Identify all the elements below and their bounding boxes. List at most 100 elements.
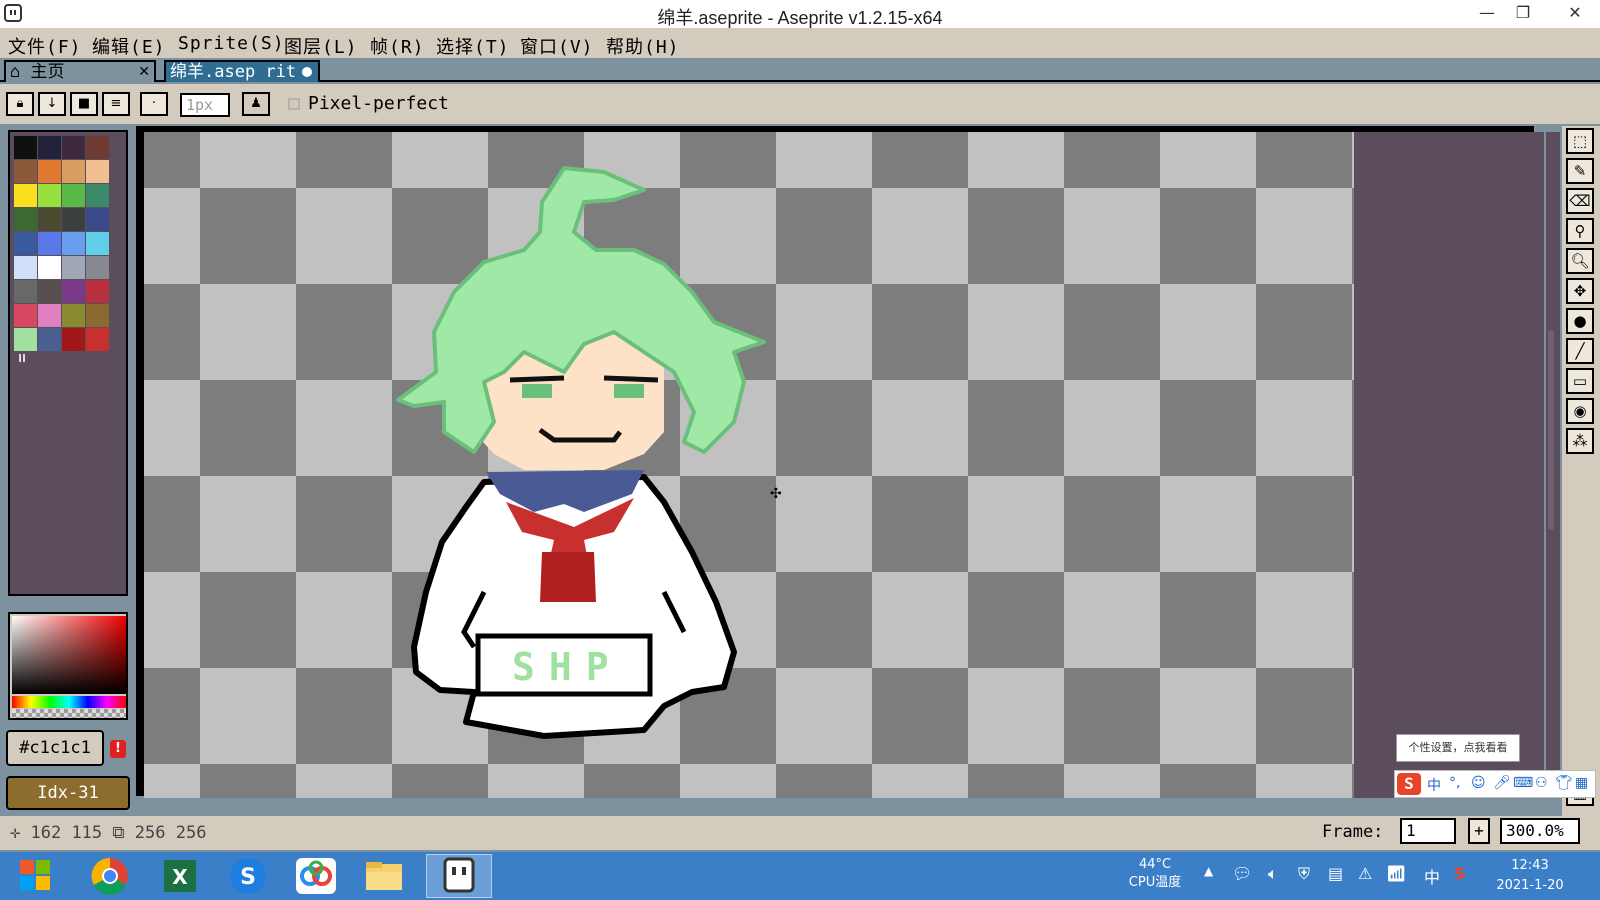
excel-icon[interactable]: X — [150, 854, 210, 898]
palette-swatch[interactable] — [62, 256, 85, 279]
brush-size-input[interactable]: 1px — [180, 93, 230, 117]
palette-swatch[interactable] — [38, 184, 61, 207]
file-explorer-icon[interactable] — [354, 854, 414, 898]
palette-swatch[interactable] — [38, 136, 61, 159]
palette-swatch[interactable] — [62, 184, 85, 207]
sogou-logo-icon[interactable]: S — [1397, 773, 1421, 795]
alpha-slider[interactable] — [12, 709, 126, 718]
palette-swatch[interactable] — [38, 304, 61, 327]
tab-file[interactable]: 绵羊.asep rit — [164, 60, 320, 82]
palette-swatch[interactable] — [62, 304, 85, 327]
palette-resize-handle[interactable] — [19, 354, 21, 362]
ime-mode[interactable]: 中 — [1427, 775, 1441, 795]
palette-swatch[interactable] — [86, 184, 109, 207]
palette-swatch[interactable] — [38, 160, 61, 183]
user-icon[interactable]: ⚇ — [1535, 775, 1548, 791]
grid-icon[interactable]: ▦ — [1575, 775, 1588, 791]
palette-swatch[interactable] — [86, 280, 109, 303]
palette-swatch[interactable] — [86, 304, 109, 327]
baidu-netdisk-icon[interactable] — [286, 854, 346, 898]
aseprite-taskbar-button[interactable] — [426, 854, 492, 898]
volume-icon[interactable]: 🔈︎ — [1268, 864, 1278, 884]
sprite-canvas[interactable]: SHP ✣ — [144, 132, 1354, 798]
emoji-icon[interactable]: ☺ — [1471, 775, 1486, 791]
close-tab-icon[interactable]: ✕ — [138, 62, 150, 82]
rectangle-icon[interactable]: ▭ — [1566, 368, 1594, 394]
palette-swatch[interactable] — [38, 280, 61, 303]
tab-home[interactable]: ⌂ 主页 ✕ — [4, 60, 156, 82]
background-color-button[interactable]: Idx-31 — [6, 776, 130, 810]
palette-swatch[interactable] — [62, 136, 85, 159]
close-icon[interactable]: ✕ — [1550, 0, 1600, 26]
palette-swatch[interactable] — [14, 256, 37, 279]
contour-icon[interactable]: ◉ — [1566, 398, 1594, 424]
saturation-value-box[interactable] — [12, 616, 126, 694]
menu-sprite[interactable]: Sprite(S) — [178, 33, 285, 54]
arrow-down-icon[interactable]: ↓ — [38, 92, 66, 116]
list-icon[interactable]: ≡ — [102, 92, 130, 116]
menu-layer[interactable]: 图层(L) — [284, 33, 358, 59]
signal-icon[interactable]: 📶︎ — [1386, 864, 1406, 883]
menu-help[interactable]: 帮助(H) — [606, 33, 680, 59]
sogou-browser-icon[interactable]: S — [218, 854, 278, 898]
palette-swatch[interactable] — [86, 232, 109, 255]
ime-tooltip[interactable]: 个性设置，点我看看 — [1396, 734, 1520, 762]
paint-bucket-icon[interactable]: ● — [1566, 308, 1594, 334]
restore-icon[interactable]: ❐ — [1506, 0, 1540, 26]
palette-swatch[interactable] — [14, 304, 37, 327]
lock-icon[interactable]: 🔒︎ — [6, 92, 34, 116]
vertical-scrollbar-thumb[interactable] — [1548, 330, 1554, 530]
start-button[interactable] — [8, 854, 68, 898]
chrome-icon[interactable] — [80, 854, 140, 898]
palette-swatch[interactable] — [62, 160, 85, 183]
menu-view[interactable]: 窗口(V) — [520, 33, 594, 59]
network-error-icon[interactable]: ⚠ — [1358, 864, 1372, 883]
palette-swatch[interactable] — [38, 232, 61, 255]
skin-icon[interactable]: 👕︎ — [1555, 775, 1573, 791]
tray-ime-mode[interactable]: 中 — [1424, 864, 1440, 888]
palette-swatch[interactable] — [86, 208, 109, 231]
eyedropper-icon[interactable]: ⚲ — [1566, 218, 1594, 244]
palette-swatch[interactable] — [38, 328, 61, 351]
menu-select[interactable]: 选择(T) — [436, 33, 510, 59]
network-adapter-icon[interactable]: ▤ — [1328, 864, 1343, 883]
palette-resize-handle[interactable] — [23, 354, 25, 362]
cpu-temperature[interactable]: 44°C CPU温度 — [1120, 856, 1190, 892]
message-icon[interactable]: 💬︎ — [1232, 864, 1252, 883]
punctuation-icon[interactable]: °, — [1449, 775, 1460, 791]
palette-swatch[interactable] — [14, 328, 37, 351]
palette-swatch[interactable] — [62, 208, 85, 231]
palette-swatch[interactable] — [38, 208, 61, 231]
palette-swatch[interactable] — [86, 160, 109, 183]
menu-frame[interactable]: 帧(R) — [370, 33, 425, 59]
menu-file[interactable]: 文件(F) — [8, 33, 82, 59]
spray-icon[interactable]: ⁂ — [1566, 428, 1594, 454]
keyboard-icon[interactable]: ⌨ — [1513, 775, 1533, 791]
horizontal-scrollbar-thumb[interactable] — [636, 800, 1302, 808]
palette-swatch[interactable] — [14, 232, 37, 255]
palette-swatch[interactable] — [86, 136, 109, 159]
palette-swatch[interactable] — [86, 328, 109, 351]
palette-swatch[interactable] — [86, 256, 109, 279]
palette-swatch[interactable] — [14, 136, 37, 159]
palette-swatch[interactable] — [62, 232, 85, 255]
palette-swatch[interactable] — [14, 184, 37, 207]
minimize-icon[interactable]: — — [1470, 0, 1504, 26]
sogou-tray-icon[interactable]: S — [1454, 864, 1466, 883]
zoom-input[interactable]: 300.0% — [1500, 818, 1580, 844]
unsaved-dot-icon[interactable] — [302, 67, 312, 77]
palette-swatch[interactable] — [14, 280, 37, 303]
palette-swatch[interactable] — [62, 328, 85, 351]
square-icon[interactable]: ■ — [70, 92, 98, 116]
microphone-icon[interactable]: 🎤︎ — [1493, 775, 1511, 791]
line-icon[interactable]: ╱ — [1566, 338, 1594, 364]
foreground-color-button[interactable]: #c1c1c1 — [6, 730, 104, 766]
zoom-icon[interactable]: 🔍︎ — [1566, 248, 1594, 274]
palette-swatch[interactable] — [38, 256, 61, 279]
new-frame-button[interactable]: + — [1468, 818, 1490, 844]
shield-icon[interactable]: ⛨ — [1298, 864, 1310, 884]
palette-swatch[interactable] — [14, 160, 37, 183]
menu-edit[interactable]: 编辑(E) — [92, 33, 166, 59]
pencil-icon[interactable]: ✎ — [1566, 158, 1594, 184]
frame-input[interactable]: 1 — [1400, 818, 1456, 844]
